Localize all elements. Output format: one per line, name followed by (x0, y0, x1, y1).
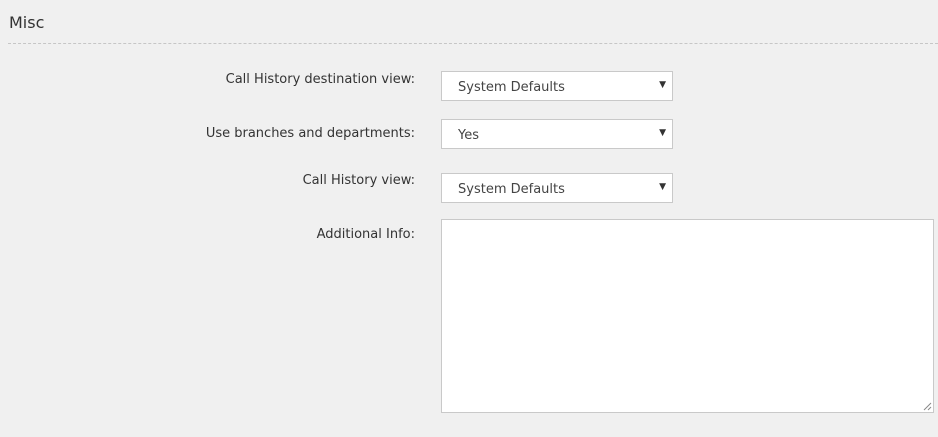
resize-grip-icon[interactable] (922, 401, 932, 411)
chevron-down-icon: ▼ (659, 128, 666, 138)
call-history-destination-view-label: Call History destination view: (225, 72, 415, 87)
additional-info-textarea[interactable] (441, 219, 934, 413)
select-value: System Defaults (458, 182, 565, 197)
call-history-view-label: Call History view: (302, 173, 415, 188)
use-branches-departments-select[interactable]: Yes ▼ (441, 119, 673, 149)
chevron-down-icon: ▼ (659, 80, 666, 90)
use-branches-departments-label: Use branches and departments: (205, 126, 415, 141)
chevron-down-icon: ▼ (659, 182, 666, 192)
section-divider (8, 43, 938, 44)
select-value: Yes (458, 128, 479, 143)
call-history-view-select[interactable]: System Defaults ▼ (441, 173, 673, 203)
select-value: System Defaults (458, 80, 565, 95)
call-history-destination-view-select[interactable]: System Defaults ▼ (441, 71, 673, 101)
section-title: Misc (9, 13, 45, 32)
additional-info-label: Additional Info: (316, 227, 415, 242)
